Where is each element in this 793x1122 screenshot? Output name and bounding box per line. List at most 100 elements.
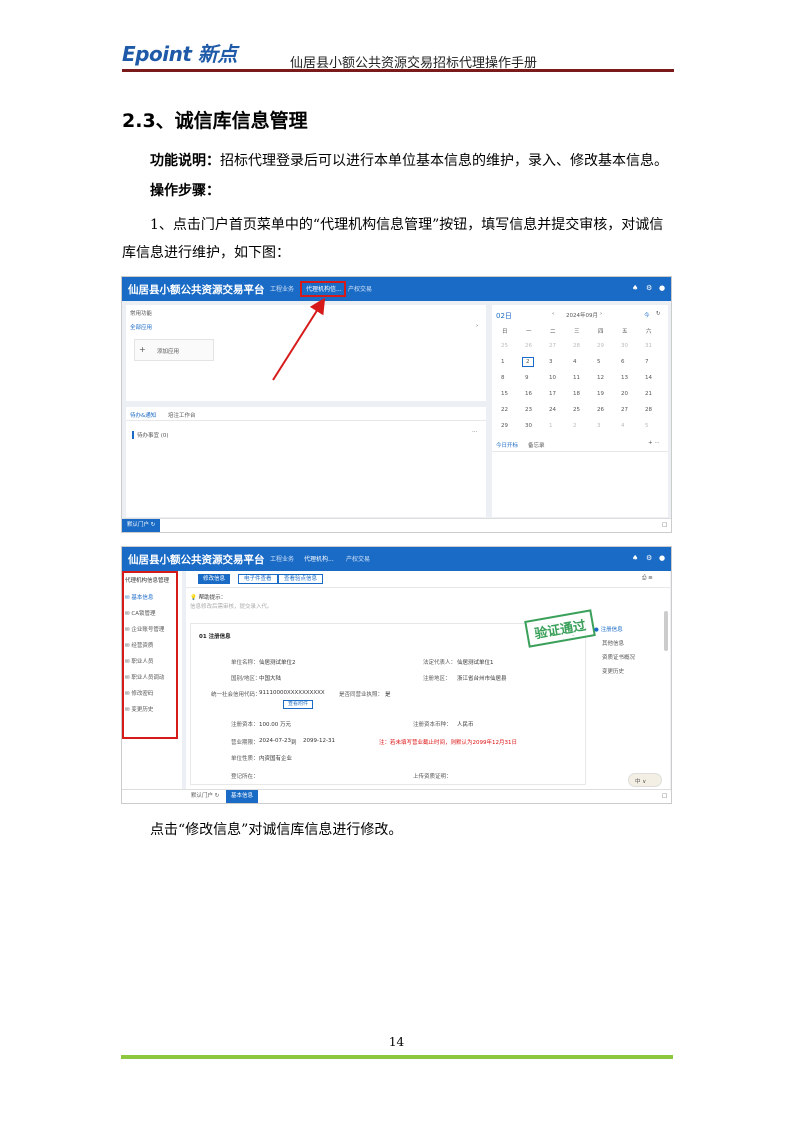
today-link[interactable]: 今 (644, 311, 650, 319)
calendar-day[interactable]: 25 (573, 407, 580, 413)
home-icon[interactable]: ⌂ (246, 552, 252, 563)
user-icon[interactable]: ● (659, 554, 665, 562)
default-portal-tab[interactable]: 默认门户 ↻ (122, 519, 161, 532)
workbench-tab[interactable]: 培注工作台 (168, 411, 196, 419)
help-text: 信息修改后需审核，提交录入代。 (190, 604, 273, 610)
settings-icon[interactable]: ⚙ (646, 554, 652, 562)
capital-currency-value: 人民币 (457, 722, 474, 728)
platform-title: 仙居县小额公共资源交易平台 (128, 284, 265, 296)
calendar-day[interactable]: 29 (501, 423, 508, 429)
floating-toolbar[interactable]: 中 ∨ (628, 773, 662, 787)
calendar-day[interactable]: 13 (621, 375, 628, 381)
bell-icon[interactable]: ♠ (632, 554, 638, 562)
calendar-day[interactable]: 28 (645, 407, 652, 413)
calendar-day[interactable]: 10 (549, 375, 556, 381)
page-number: 14 (388, 1035, 405, 1049)
add-icon[interactable]: + ··· (648, 440, 660, 446)
anchor-item-qualification[interactable]: 资质证书概况 (602, 653, 635, 661)
step-2-text: 点击“修改信息”对诚信库信息进行修改。 (150, 822, 403, 838)
user-icon[interactable]: ● (659, 284, 665, 292)
expand-icon[interactable]: □ (662, 793, 667, 799)
calendar-day[interactable]: 30 (621, 343, 628, 349)
next-month-icon[interactable]: › (600, 311, 602, 317)
calendar-day[interactable]: 18 (573, 391, 580, 397)
calendar-day[interactable]: 1 (501, 359, 505, 365)
calendar-day[interactable]: 16 (525, 391, 532, 397)
portal-bottom-bar: 默认门户 ↻ 基本信息 □ (122, 789, 671, 803)
expand-icon[interactable]: □ (662, 522, 667, 528)
epoint-logo: Epoint 新点 (122, 42, 237, 66)
calendar-day[interactable]: 24 (549, 407, 556, 413)
calendar-day-label: 02日 (496, 312, 512, 320)
edit-info-button[interactable]: 修改信息 (198, 574, 231, 584)
anchor-item-registration[interactable]: ● 注册信息 (594, 625, 623, 633)
anchor-item-history[interactable]: 变更历史 (602, 667, 624, 675)
memo-tab[interactable]: 备忘录 (528, 441, 545, 449)
nav-engineering[interactable]: 工程业务 (270, 554, 294, 563)
calendar-day[interactable]: 15 (501, 391, 508, 397)
calendar-day[interactable]: 5 (597, 359, 601, 365)
home-icon[interactable]: ⌂ (246, 282, 252, 293)
calendar-day[interactable]: 19 (597, 391, 604, 397)
view-attachments-button[interactable]: 电子件查看 (238, 574, 278, 584)
calendar-day[interactable]: 12 (597, 375, 604, 381)
calendar-day[interactable]: 3 (549, 359, 553, 365)
calendar-day[interactable]: 14 (645, 375, 652, 381)
calendar-day[interactable]: 8 (501, 375, 505, 381)
calendar-day[interactable]: 29 (597, 343, 604, 349)
more-icon[interactable]: ··· (472, 429, 477, 435)
refresh-icon[interactable]: ↻ (656, 311, 661, 317)
calendar-day[interactable]: 9 (525, 375, 529, 381)
bell-icon[interactable]: ♠ (632, 284, 638, 292)
period-note: 注：若未填写营业截止时间，则默认为2099年12月31日 (379, 740, 517, 746)
calendar-day[interactable]: 2 (522, 357, 534, 367)
calendar-day[interactable]: 1 (549, 423, 553, 429)
calendar-day[interactable]: 25 (501, 343, 508, 349)
calendar-day[interactable]: 3 (597, 423, 601, 429)
settings-icon[interactable]: ⚙ (646, 284, 652, 292)
calendar-day[interactable]: 11 (573, 375, 580, 381)
calendar-day[interactable]: 31 (645, 343, 652, 349)
print-icon[interactable]: ⎙ ≡ (642, 575, 653, 582)
add-app-button[interactable]: + 添加应用 (134, 339, 214, 361)
calendar-day[interactable]: 4 (621, 423, 625, 429)
nav-agency-info[interactable]: 代理机构... (304, 554, 334, 563)
prev-month-icon[interactable]: ‹ (552, 311, 554, 317)
calendar-day[interactable]: 2 (573, 423, 577, 429)
calendar-day[interactable]: 27 (621, 407, 628, 413)
calendar-day[interactable]: 23 (525, 407, 532, 413)
basic-info-tab[interactable]: 基本信息 (226, 790, 259, 803)
view-verify-button[interactable]: 查看验点信息 (278, 574, 324, 584)
nav-property[interactable]: 产权交易 (346, 554, 370, 563)
calendar-weekday: 三 (574, 329, 580, 335)
sidebar-highlight-box (122, 571, 178, 739)
platform-title: 仙居县小额公共资源交易平台 (128, 554, 265, 566)
chevron-right-icon[interactable]: › (476, 323, 478, 329)
calendar-day[interactable]: 26 (597, 407, 604, 413)
all-apps-tab[interactable]: 全部应用 (130, 323, 152, 331)
calendar-day[interactable]: 28 (573, 343, 580, 349)
calendar-day[interactable]: 22 (501, 407, 508, 413)
nav-property[interactable]: 产权交易 (348, 284, 372, 293)
calendar-day[interactable]: 4 (573, 359, 577, 365)
todo-tab[interactable]: 待办&通知 (130, 411, 156, 419)
scrollbar[interactable] (664, 611, 668, 651)
calendar-day[interactable]: 5 (645, 423, 649, 429)
calendar-day[interactable]: 21 (645, 391, 652, 397)
calendar-day[interactable]: 26 (525, 343, 532, 349)
calendar-day[interactable]: 27 (549, 343, 556, 349)
view-attachment-button[interactable]: 查看附件 (283, 700, 314, 709)
today-bid-tab[interactable]: 今日开标 (496, 441, 518, 449)
todo-item[interactable]: 待办事宜 (0) (132, 431, 169, 439)
default-portal-tab[interactable]: 默认门户 ↻ (186, 790, 225, 803)
calendar-day[interactable]: 20 (621, 391, 628, 397)
help-title: 💡 帮助提示： (190, 595, 227, 601)
calendar-day[interactable]: 17 (549, 391, 556, 397)
divider (126, 420, 486, 421)
nav-engineering[interactable]: 工程业务 (270, 284, 294, 293)
anchor-item-other[interactable]: 其他信息 (602, 639, 624, 647)
function-description: 功能说明：招标代理登录后可以进行本单位基本信息的维护，录入、修改基本信息。 (122, 147, 674, 175)
calendar-day[interactable]: 30 (525, 423, 532, 429)
calendar-day[interactable]: 6 (621, 359, 625, 365)
calendar-day[interactable]: 7 (645, 359, 649, 365)
